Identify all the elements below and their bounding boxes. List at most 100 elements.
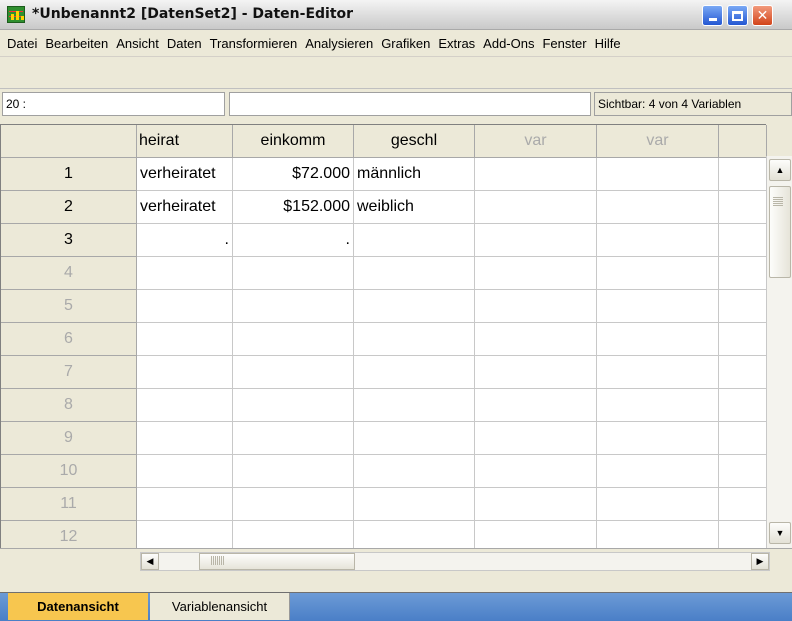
data-cell[interactable] bbox=[354, 422, 475, 455]
cell-value-field[interactable] bbox=[229, 92, 591, 116]
data-cell[interactable] bbox=[719, 158, 767, 191]
column-header-einkomm[interactable]: einkomm bbox=[233, 125, 354, 158]
data-cell[interactable]: weiblich bbox=[354, 191, 475, 224]
data-cell[interactable] bbox=[137, 257, 233, 290]
data-cell[interactable] bbox=[137, 422, 233, 455]
data-cell[interactable] bbox=[137, 356, 233, 389]
data-cell[interactable]: $152.000 bbox=[233, 191, 354, 224]
title-bar[interactable]: *Unbenannt2 [DatenSet2] - Daten-Editor ✕ bbox=[0, 0, 792, 30]
data-cell[interactable] bbox=[597, 224, 719, 257]
menu-datei[interactable]: Datei bbox=[3, 36, 41, 51]
column-header-empty[interactable] bbox=[719, 125, 767, 158]
minimize-button[interactable] bbox=[702, 5, 723, 26]
menu-analysieren[interactable]: Analysieren bbox=[301, 36, 377, 51]
menu-extras[interactable]: Extras bbox=[434, 36, 479, 51]
data-cell[interactable] bbox=[233, 356, 354, 389]
data-cell[interactable] bbox=[597, 389, 719, 422]
data-cell[interactable] bbox=[233, 455, 354, 488]
data-cell[interactable] bbox=[137, 455, 233, 488]
data-cell[interactable] bbox=[597, 158, 719, 191]
horizontal-scrollbar[interactable]: ◀ ▶ bbox=[140, 552, 770, 571]
close-button[interactable]: ✕ bbox=[752, 5, 773, 26]
column-header-geschl[interactable]: geschl bbox=[354, 125, 475, 158]
data-cell[interactable] bbox=[475, 158, 597, 191]
data-cell[interactable]: männlich bbox=[354, 158, 475, 191]
menu-grafiken[interactable]: Grafiken bbox=[377, 36, 434, 51]
data-cell[interactable] bbox=[719, 488, 767, 521]
corner-header[interactable] bbox=[1, 125, 137, 158]
row-header[interactable]: 6 bbox=[1, 323, 137, 356]
scroll-right-button[interactable]: ▶ bbox=[751, 553, 769, 570]
data-cell[interactable] bbox=[475, 356, 597, 389]
data-cell[interactable] bbox=[233, 488, 354, 521]
data-cell[interactable] bbox=[597, 422, 719, 455]
data-cell[interactable] bbox=[719, 389, 767, 422]
row-header[interactable]: 11 bbox=[1, 488, 137, 521]
menu-transformieren[interactable]: Transformieren bbox=[206, 36, 302, 51]
data-cell[interactable] bbox=[354, 323, 475, 356]
data-cell[interactable] bbox=[597, 290, 719, 323]
data-cell[interactable] bbox=[597, 191, 719, 224]
data-cell[interactable] bbox=[475, 323, 597, 356]
data-cell[interactable] bbox=[475, 290, 597, 323]
column-header-heirat[interactable]: heirat bbox=[137, 125, 233, 158]
data-cell[interactable]: verheiratet bbox=[137, 191, 233, 224]
data-cell[interactable] bbox=[475, 422, 597, 455]
row-header[interactable]: 3 bbox=[1, 224, 137, 257]
data-cell[interactable]: . bbox=[233, 224, 354, 257]
data-cell[interactable] bbox=[233, 290, 354, 323]
scroll-up-button[interactable]: ▲ bbox=[769, 159, 791, 181]
data-cell[interactable] bbox=[354, 455, 475, 488]
data-cell[interactable] bbox=[354, 224, 475, 257]
tab-variablenansicht[interactable]: Variablenansicht bbox=[150, 593, 290, 620]
data-cell[interactable] bbox=[354, 389, 475, 422]
data-cell[interactable] bbox=[719, 323, 767, 356]
data-cell[interactable] bbox=[233, 257, 354, 290]
row-header[interactable]: 8 bbox=[1, 389, 137, 422]
data-cell[interactable] bbox=[597, 356, 719, 389]
column-header-var[interactable]: var bbox=[597, 125, 719, 158]
data-cell[interactable] bbox=[719, 290, 767, 323]
data-cell[interactable] bbox=[233, 323, 354, 356]
data-cell[interactable] bbox=[719, 191, 767, 224]
data-cell[interactable] bbox=[597, 257, 719, 290]
cell-reference-field[interactable]: 20 : bbox=[2, 92, 225, 116]
menu-daten[interactable]: Daten bbox=[163, 36, 206, 51]
data-cell[interactable] bbox=[137, 323, 233, 356]
data-cell[interactable] bbox=[354, 257, 475, 290]
menu-bearbeiten[interactable]: Bearbeiten bbox=[41, 36, 112, 51]
data-cell[interactable] bbox=[719, 455, 767, 488]
data-cell[interactable]: verheiratet bbox=[137, 158, 233, 191]
maximize-button[interactable] bbox=[727, 5, 748, 26]
data-cell[interactable] bbox=[137, 290, 233, 323]
data-cell[interactable] bbox=[719, 257, 767, 290]
menu-ansicht[interactable]: Ansicht bbox=[112, 36, 163, 51]
data-cell[interactable] bbox=[597, 488, 719, 521]
tab-datenansicht[interactable]: Datenansicht bbox=[8, 593, 148, 620]
row-header[interactable]: 5 bbox=[1, 290, 137, 323]
data-cell[interactable] bbox=[475, 191, 597, 224]
data-cell[interactable] bbox=[719, 224, 767, 257]
row-header[interactable]: 9 bbox=[1, 422, 137, 455]
data-cell[interactable] bbox=[597, 455, 719, 488]
data-cell[interactable]: $72.000 bbox=[233, 158, 354, 191]
row-header[interactable]: 4 bbox=[1, 257, 137, 290]
row-header[interactable]: 10 bbox=[1, 455, 137, 488]
data-cell[interactable] bbox=[354, 488, 475, 521]
menu-hilfe[interactable]: Hilfe bbox=[591, 36, 625, 51]
data-cell[interactable] bbox=[137, 389, 233, 422]
data-cell[interactable] bbox=[475, 455, 597, 488]
row-header[interactable]: 2 bbox=[1, 191, 137, 224]
menu-fenster[interactable]: Fenster bbox=[538, 36, 590, 51]
data-cell[interactable] bbox=[233, 389, 354, 422]
data-cell[interactable] bbox=[354, 356, 475, 389]
data-cell[interactable] bbox=[137, 488, 233, 521]
row-header[interactable]: 7 bbox=[1, 356, 137, 389]
scroll-left-button[interactable]: ◀ bbox=[141, 553, 159, 570]
data-cell[interactable] bbox=[719, 422, 767, 455]
data-cell[interactable] bbox=[475, 257, 597, 290]
data-cell[interactable] bbox=[354, 290, 475, 323]
menu-add-ons[interactable]: Add-Ons bbox=[479, 36, 538, 51]
data-cell[interactable] bbox=[475, 488, 597, 521]
data-cell[interactable]: . bbox=[137, 224, 233, 257]
